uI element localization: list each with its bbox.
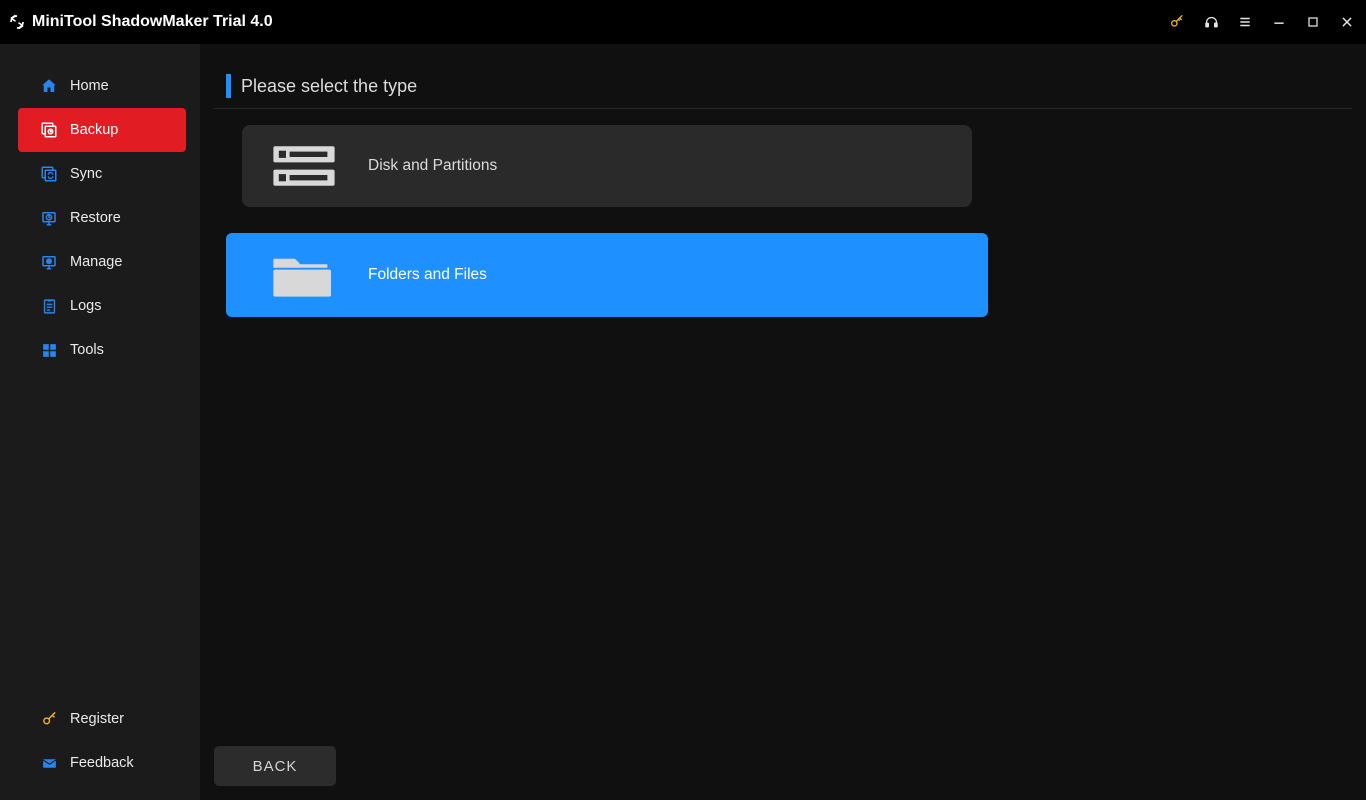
section-title: Please select the type xyxy=(241,76,417,97)
sidebar-item-label: Manage xyxy=(70,254,122,270)
backup-icon xyxy=(40,121,58,139)
sidebar-item-home[interactable]: Home xyxy=(0,64,200,108)
sidebar-item-tools[interactable]: Tools xyxy=(0,328,200,372)
sidebar: Home Backup xyxy=(0,44,200,800)
sidebar-item-label: Register xyxy=(70,711,124,727)
close-icon[interactable] xyxy=(1338,13,1356,31)
sidebar-item-logs[interactable]: Logs xyxy=(0,284,200,328)
key-icon xyxy=(40,710,58,728)
sidebar-item-label: Restore xyxy=(70,210,121,226)
sidebar-item-label: Tools xyxy=(70,342,104,358)
sidebar-item-sync[interactable]: Sync xyxy=(0,152,200,196)
divider xyxy=(214,108,1352,109)
option-disk-partitions[interactable]: Disk and Partitions xyxy=(242,125,972,207)
key-icon[interactable] xyxy=(1168,13,1186,31)
disk-partitions-icon xyxy=(268,137,340,195)
main-content: Please select the type Disk and Partitio… xyxy=(200,44,1366,800)
tools-icon xyxy=(40,341,58,359)
app-title: MiniTool ShadowMaker Trial 4.0 xyxy=(32,13,273,31)
mail-icon xyxy=(40,754,58,772)
option-label: Disk and Partitions xyxy=(368,157,497,175)
sidebar-item-manage[interactable]: Manage xyxy=(0,240,200,284)
manage-icon xyxy=(40,253,58,271)
sidebar-item-label: Home xyxy=(70,78,109,94)
logs-icon xyxy=(40,297,58,315)
maximize-icon[interactable] xyxy=(1304,13,1322,31)
sidebar-item-register[interactable]: Register xyxy=(0,697,200,741)
folder-icon xyxy=(268,246,340,304)
sidebar-item-label: Logs xyxy=(70,298,101,314)
titlebar: MiniTool ShadowMaker Trial 4.0 xyxy=(0,0,1366,44)
accent-bar xyxy=(226,74,231,98)
app-logo: MiniTool ShadowMaker Trial 4.0 xyxy=(8,13,273,31)
sync-icon xyxy=(40,165,58,183)
headset-icon[interactable] xyxy=(1202,13,1220,31)
minimize-icon[interactable] xyxy=(1270,13,1288,31)
home-icon xyxy=(40,77,58,95)
sidebar-item-label: Feedback xyxy=(70,755,134,771)
sidebar-item-restore[interactable]: Restore xyxy=(0,196,200,240)
restore-icon xyxy=(40,209,58,227)
window-controls xyxy=(1168,13,1356,31)
sidebar-item-feedback[interactable]: Feedback xyxy=(0,741,200,785)
menu-icon[interactable] xyxy=(1236,13,1254,31)
sidebar-item-label: Backup xyxy=(70,122,118,138)
sidebar-item-backup[interactable]: Backup xyxy=(18,108,186,152)
sidebar-item-label: Sync xyxy=(70,166,102,182)
back-button[interactable]: BACK xyxy=(214,746,336,786)
option-label: Folders and Files xyxy=(368,266,487,284)
option-folders-files[interactable]: Folders and Files xyxy=(226,233,988,317)
section-header: Please select the type xyxy=(214,74,1352,98)
app-logo-icon xyxy=(8,13,26,31)
